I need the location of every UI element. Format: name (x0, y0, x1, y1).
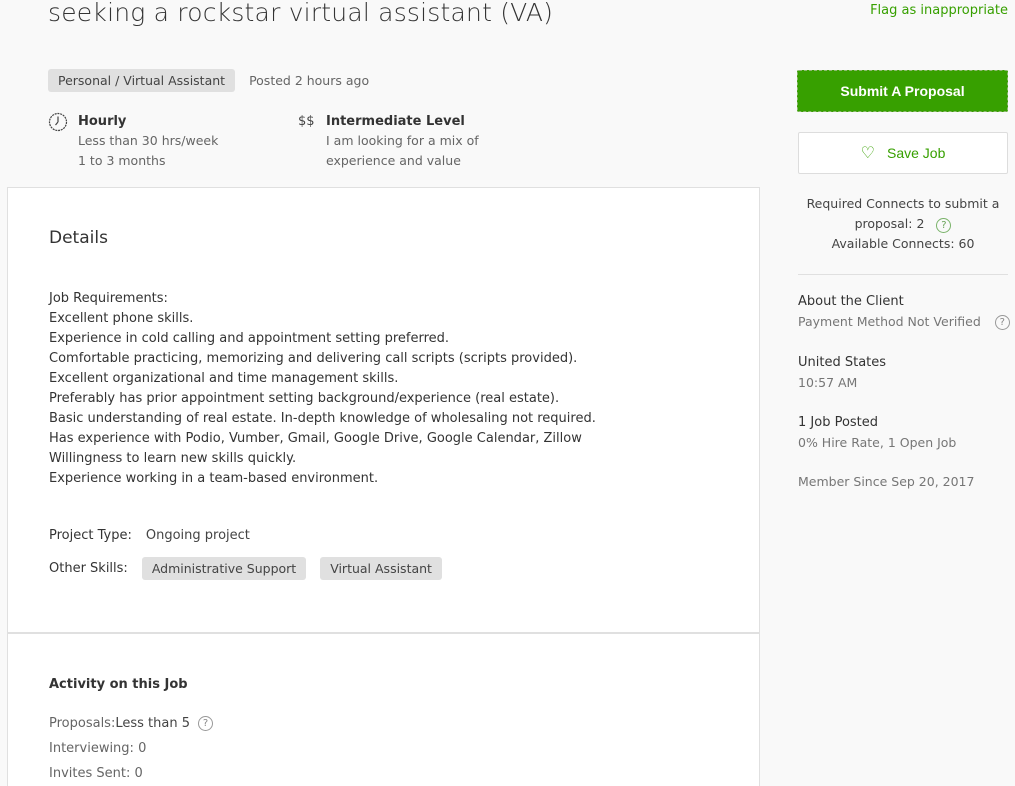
help-icon[interactable]: ? (994, 314, 1010, 330)
save-job-label: Save Job (886, 145, 946, 161)
feature-line: I am looking for a mix of (326, 133, 479, 148)
posted-time: Posted 2 hours ago (249, 73, 370, 88)
description-line: Basic understanding of real estate. In-d… (49, 411, 596, 426)
interviewing-count: Interviewing: 0 (49, 741, 147, 756)
client-member-since-block: Member Since Sep 20, 2017 (798, 472, 1013, 492)
description-line: Excellent phone skills. (49, 311, 194, 326)
client-member-since: Member Since Sep 20, 2017 (798, 474, 975, 489)
payment-status: Payment Method Not Verified ? (798, 312, 1013, 332)
details-card: Details Job Requirements: Excellent phon… (7, 187, 760, 634)
feature-level: $$ Intermediate Level I am looking for a… (298, 112, 479, 170)
connects-required-text: proposal: 2 (854, 216, 925, 231)
client-country: United States (798, 355, 887, 370)
category-chip[interactable]: Personal / Virtual Assistant (48, 69, 236, 92)
description-line: Willingness to learn new skills quickly. (49, 451, 297, 466)
description-line: Experience in cold calling and appointme… (49, 331, 450, 346)
feature-title: Intermediate Level (326, 114, 465, 129)
description-line: Preferably has prior appointment setting… (49, 391, 560, 406)
description-line: Has experience with Podio, Vumber, Gmail… (49, 431, 582, 446)
help-icon[interactable]: ? (197, 716, 213, 731)
invites-sent-count: Invites Sent: 0 (49, 766, 143, 781)
connects-required-line: Required Connects to submit a (806, 196, 1000, 211)
description-line: Comfortable practicing, memorizing and d… (49, 351, 578, 366)
other-skills: Other Skills: Administrative Support Vir… (49, 557, 442, 580)
client-local-time: 10:57 AM (798, 375, 858, 390)
job-title: seeking a rockstar virtual assistant (VA… (48, 0, 554, 27)
activity-heading: Activity on this Job (49, 677, 188, 692)
client-jobs: 1 Job Posted 0% Hire Rate, 1 Open Job (798, 413, 1013, 453)
client-hire-rate: 0% Hire Rate, 1 Open Job (798, 435, 957, 450)
feature-hourly: Hourly Less than 30 hrs/week 1 to 3 mont… (48, 112, 218, 170)
job-description: Job Requirements: Excellent phone skills… (49, 289, 596, 489)
save-job-button[interactable]: ♡ Save Job (798, 132, 1008, 174)
client-about: About the Client Payment Method Not Veri… (798, 292, 1013, 332)
feature-line: 1 to 3 months (78, 152, 166, 168)
sidebar-divider (798, 274, 1008, 275)
activity-card: Activity on this Job Proposals: Less than… (7, 633, 760, 786)
skill-chip[interactable]: Administrative Support (141, 557, 307, 580)
payment-status-text: Payment Method Not Verified (798, 314, 981, 329)
description-line: Excellent organizational and time manage… (49, 371, 399, 386)
help-icon[interactable]: ? (936, 218, 952, 233)
feature-line: Less than 30 hrs/week (78, 133, 219, 148)
other-skills-label: Other Skills: (49, 561, 128, 576)
client-heading: About the Client (798, 294, 904, 309)
project-type-value: Ongoing project (145, 528, 250, 543)
proposals-value: Less than 5 (115, 716, 190, 731)
connects-info: Required Connects to submit a proposal: … (798, 194, 1008, 254)
connects-available: Available Connects: 60 (831, 236, 975, 251)
heart-icon: ♡ (860, 145, 875, 162)
submit-proposal-button[interactable]: Submit A Proposal (797, 70, 1008, 112)
flag-inappropriate-link[interactable]: Flag as inappropriate (870, 3, 1008, 18)
description-line: Experience working in a team-based envir… (49, 471, 379, 486)
client-location: United States 10:57 AM (798, 353, 1013, 393)
feature-line: experience and value (326, 152, 461, 168)
skill-chip[interactable]: Virtual Assistant (320, 557, 442, 580)
feature-title: Hourly (78, 114, 127, 129)
description-line: Job Requirements: (49, 291, 168, 306)
dollar-icon: $$ (298, 114, 315, 129)
project-type-label: Project Type: (49, 528, 132, 543)
job-meta: Personal / Virtual Assistant Posted 2 ho… (48, 69, 369, 92)
connects-required-value: proposal: 2 ? (798, 214, 1008, 234)
proposals-label: Proposals: (49, 716, 116, 731)
clock-icon (48, 112, 70, 170)
proposals-count: Proposals: Less than 5 ? (49, 716, 213, 731)
details-heading: Details (49, 228, 108, 248)
project-type: Project Type: Ongoing project (49, 528, 250, 543)
client-jobs-posted: 1 Job Posted (798, 415, 879, 430)
